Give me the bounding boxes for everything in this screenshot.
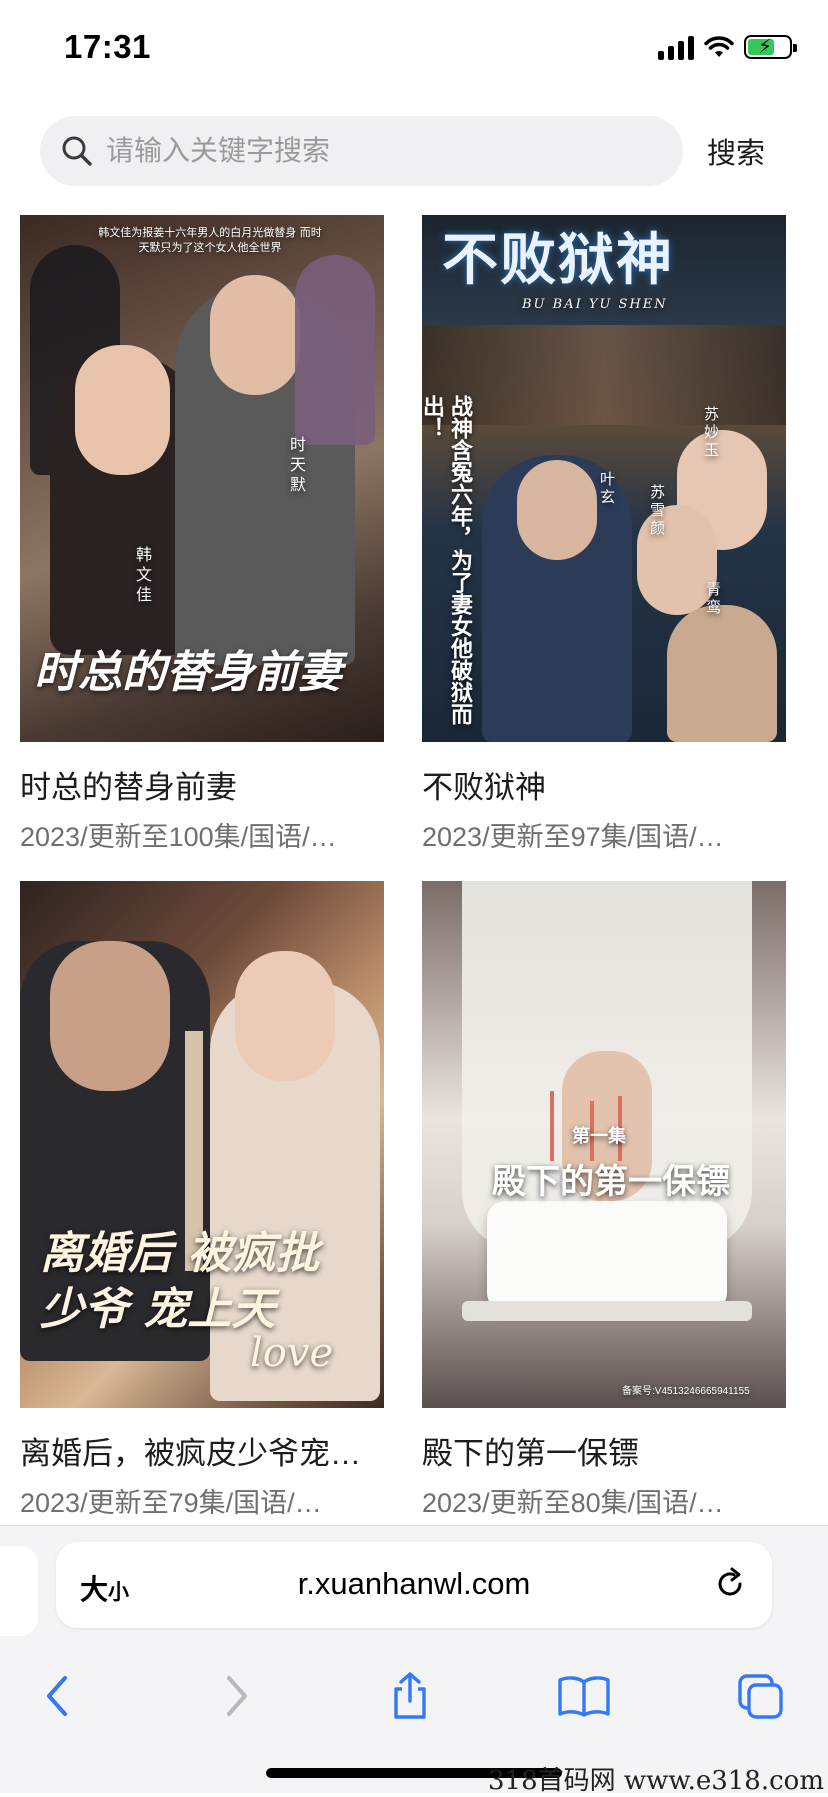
- forward-button[interactable]: [206, 1666, 266, 1726]
- poster-name-label: 苏雪颜: [650, 483, 666, 537]
- video-card[interactable]: 韩文佳为报姜十六年男人的白月光做替身 而时天默只为了这个女人他全世界 时天默 韩…: [20, 215, 384, 854]
- search-row: 搜索: [0, 112, 828, 188]
- reload-icon[interactable]: [712, 1566, 748, 1602]
- poster-title: 殿下的第一保镖: [492, 1162, 730, 1202]
- video-meta: 2023/更新至100集/国语/…: [20, 822, 337, 852]
- bookmarks-button[interactable]: [554, 1666, 614, 1726]
- poster-love-text: love: [250, 1330, 334, 1376]
- video-card[interactable]: 不败狱神 BU BAI YU SHEN 战神含冤六年，为了妻女他破狱而出！ 叶玄…: [422, 215, 786, 854]
- chevron-left-icon: [47, 1676, 67, 1716]
- poster-title: 时总的替身前妻: [34, 647, 342, 698]
- battery-icon: ⚡: [744, 35, 797, 59]
- poster-image[interactable]: 不败狱神 BU BAI YU SHEN 战神含冤六年，为了妻女他破狱而出！ 叶玄…: [422, 215, 786, 742]
- wifi-icon: [704, 36, 734, 57]
- poster-image[interactable]: 离婚后 被疯批少爷 宠上天 love: [20, 881, 384, 1408]
- poster-name-label: 青鸾: [706, 580, 722, 616]
- previous-tab-preview[interactable]: [0, 1546, 38, 1636]
- browser-nav-row: [0, 1656, 828, 1736]
- video-title[interactable]: 离婚后，被疯皮少爷宠…: [20, 1428, 400, 1473]
- video-title[interactable]: 不败狱神: [422, 762, 802, 807]
- tabs-button[interactable]: [730, 1666, 790, 1726]
- video-card[interactable]: 离婚后 被疯批少爷 宠上天 love 离婚后，被疯皮少爷宠… 2023/更新至7…: [20, 881, 384, 1520]
- poster-tagline: 战神含冤六年，为了妻女他破狱而出！: [422, 395, 473, 725]
- poster-record-number: 备案号:V4513246665941155: [622, 1386, 750, 1397]
- cellular-signal-icon: [658, 34, 694, 60]
- status-bar: 17:31 ⚡: [0, 0, 828, 100]
- book-icon: [558, 1676, 610, 1717]
- watermark: 318首码网 www.e318.com: [488, 1766, 824, 1796]
- url-text[interactable]: r.xuanhanwl.com: [56, 1566, 772, 1602]
- search-icon: [62, 136, 92, 166]
- poster-name-label: 时天默: [290, 435, 307, 494]
- poster-caption: 韩文佳为报姜十六年男人的白月光做替身 而时天默只为了这个女人他全世界: [98, 226, 322, 254]
- video-card[interactable]: 第一集 殿下的第一保镖 备案号:V4513246665941155 殿下的第一保…: [422, 881, 786, 1520]
- browser-toolbar: 大小 r.xuanhanwl.com: [0, 1525, 828, 1793]
- search-button[interactable]: 搜索: [707, 130, 765, 172]
- status-icons: ⚡: [658, 34, 797, 60]
- poster-image[interactable]: 第一集 殿下的第一保镖 备案号:V4513246665941155: [422, 881, 786, 1408]
- tabs-icon: [738, 1674, 783, 1719]
- poster-title: 不败狱神: [442, 227, 674, 293]
- video-title[interactable]: 时总的替身前妻: [20, 762, 400, 807]
- share-icon: [394, 1672, 426, 1719]
- chevron-right-icon: [227, 1676, 247, 1716]
- poster-name-label: 叶玄: [600, 470, 616, 506]
- video-meta: 2023/更新至80集/国语/…: [422, 1488, 724, 1518]
- back-button[interactable]: [28, 1666, 88, 1726]
- poster-subtitle: BU BAI YU SHEN: [522, 297, 668, 312]
- search-box[interactable]: [40, 116, 683, 186]
- poster-episode: 第一集: [572, 1126, 626, 1147]
- video-title[interactable]: 殿下的第一保镖: [422, 1428, 802, 1473]
- video-meta: 2023/更新至79集/国语/…: [20, 1488, 322, 1518]
- status-time: 17:31: [64, 28, 151, 65]
- address-bar[interactable]: 大小 r.xuanhanwl.com: [56, 1542, 772, 1628]
- video-meta: 2023/更新至97集/国语/…: [422, 822, 724, 852]
- poster-title: 离婚后 被疯批少爷 宠上天: [40, 1228, 320, 1335]
- poster-name-label: 苏妙玉: [704, 405, 720, 459]
- poster-name-label: 韩文佳: [136, 545, 153, 604]
- search-input[interactable]: [104, 134, 648, 168]
- share-button[interactable]: [380, 1666, 440, 1726]
- poster-image[interactable]: 韩文佳为报姜十六年男人的白月光做替身 而时天默只为了这个女人他全世界 时天默 韩…: [20, 215, 384, 742]
